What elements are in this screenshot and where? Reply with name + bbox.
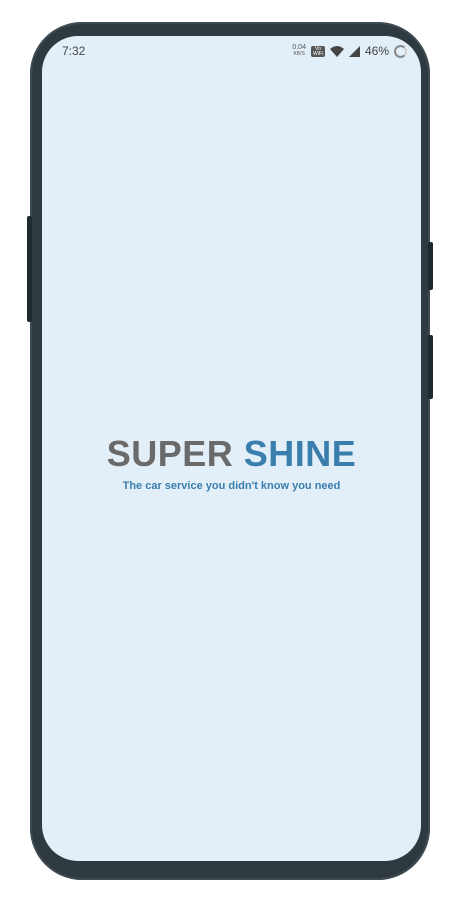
volume-button (27, 216, 32, 322)
wifi-icon (329, 45, 344, 57)
logo-word-super: SUPER (106, 433, 234, 474)
power-button (428, 242, 433, 290)
app-tagline: The car service you didn't know you need (122, 480, 341, 492)
logo-word-shine: SHINE (243, 433, 357, 474)
side-key (428, 335, 433, 399)
app-screen: 7:32 0.04 KB/S Vo WiFi 46% SUPER SHINE T… (42, 36, 421, 861)
signal-icon (348, 45, 360, 57)
status-bar: 7:32 0.04 KB/S Vo WiFi 46% (42, 36, 421, 66)
volte-icon: Vo WiFi (310, 45, 325, 57)
battery-icon (394, 44, 407, 58)
battery-percent: 46% (364, 44, 389, 58)
status-icons: 0.04 KB/S Vo WiFi 46% (292, 42, 407, 60)
app-logo-title: SUPER SHINE (42, 434, 421, 474)
network-speed-unit: KB/S (293, 51, 305, 57)
splash-brand: SUPER SHINE The car service you didn't k… (42, 434, 421, 493)
status-time: 7:32 (62, 44, 86, 58)
network-speed: 0.04 KB/S (292, 44, 306, 57)
